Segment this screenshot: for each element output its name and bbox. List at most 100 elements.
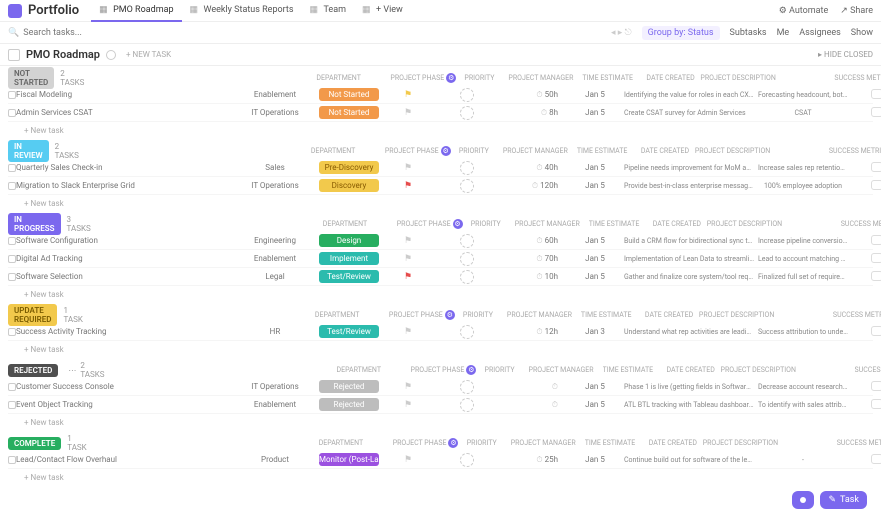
department-cell[interactable]: Enablement	[240, 90, 310, 99]
row-checkbox[interactable]	[8, 328, 16, 336]
task-name[interactable]: Fiscal Modeling	[16, 90, 236, 99]
row-checkbox[interactable]	[8, 273, 16, 281]
list-more-icon[interactable]	[106, 50, 116, 60]
time-estimate-cell[interactable]: ⏱ 8h	[506, 108, 566, 118]
department-cell[interactable]: Enablement	[240, 254, 310, 263]
task-row[interactable]: Quarterly Sales Check-inSalesPre-Discove…	[8, 159, 873, 177]
project-manager-avatar[interactable]	[460, 106, 474, 120]
toolbar-assignees[interactable]: Assignees	[799, 28, 841, 38]
row-checkbox[interactable]	[8, 91, 16, 99]
project-manager-avatar[interactable]	[460, 88, 474, 102]
phase-badge[interactable]: Discovery	[319, 179, 379, 192]
project-manager-avatar[interactable]	[460, 453, 474, 467]
new-task-inline[interactable]: + New task	[8, 414, 873, 431]
new-task-inline[interactable]: + New task	[8, 122, 873, 139]
department-cell[interactable]: Engineering	[240, 236, 310, 245]
automate-button[interactable]: ⚙ Automate	[779, 6, 829, 16]
phase-badge[interactable]: Rejected	[319, 398, 379, 411]
new-task-fab[interactable]: ✎ Task	[820, 491, 867, 509]
toolbar-subtasks[interactable]: Subtasks	[730, 28, 767, 38]
project-manager-avatar[interactable]	[460, 398, 474, 412]
priority-flag-icon[interactable]: ⚑	[404, 163, 412, 173]
task-name[interactable]: Software Configuration	[16, 236, 236, 245]
department-cell[interactable]: IT Operations	[240, 108, 310, 117]
task-name[interactable]: Success Activity Tracking	[16, 327, 236, 336]
phase-badge[interactable]: Rejected	[319, 380, 379, 393]
task-row[interactable]: Lead/Contact Flow OverhaulProductMonitor…	[8, 451, 873, 469]
task-name[interactable]: Admin Services CSAT	[16, 108, 236, 117]
comment-icon[interactable]	[871, 381, 881, 391]
tab-team[interactable]: ▦Team	[302, 0, 355, 22]
row-checkbox[interactable]	[8, 383, 16, 391]
phase-badge[interactable]: Test/Review	[319, 270, 379, 283]
comment-icon[interactable]	[871, 180, 881, 190]
status-badge[interactable]: IN REVIEW	[8, 140, 49, 162]
time-estimate-cell[interactable]: ⏱ 60h	[506, 236, 566, 246]
toolbar-me[interactable]: Me	[777, 28, 790, 38]
task-row[interactable]: Customer Success Console IT Operations Rej…	[8, 378, 873, 396]
status-badge[interactable]: UPDATE REQUIRED	[8, 304, 57, 326]
tab-pmo-roadmap[interactable]: ▦PMO Roadmap	[91, 0, 181, 22]
comment-icon[interactable]	[871, 454, 881, 464]
time-estimate-cell[interactable]: ⏱	[506, 382, 566, 392]
task-name[interactable]: Event Object Tracking	[16, 400, 236, 409]
task-name[interactable]: Digital Ad Tracking	[16, 254, 236, 263]
row-checkbox[interactable]	[8, 255, 16, 263]
row-checkbox[interactable]	[8, 164, 16, 172]
project-manager-avatar[interactable]	[460, 252, 474, 266]
comment-icon[interactable]	[871, 326, 881, 336]
comment-icon[interactable]	[871, 89, 881, 99]
department-cell[interactable]: Enablement	[240, 400, 310, 409]
priority-flag-icon[interactable]: ⚑	[404, 455, 412, 465]
task-name[interactable]: Migration to Slack Enterprise Grid	[16, 181, 236, 190]
new-task-button[interactable]: + NEW TASK	[126, 50, 171, 59]
row-checkbox[interactable]	[8, 237, 16, 245]
comment-icon[interactable]	[871, 253, 881, 263]
new-task-inline[interactable]: + New task	[8, 469, 873, 486]
department-cell[interactable]: Legal	[240, 272, 310, 281]
status-badge[interactable]: COMPLETE	[8, 437, 61, 450]
phase-badge[interactable]: Test/Review	[319, 325, 379, 338]
department-cell[interactable]: IT Operations	[240, 382, 310, 391]
status-badge[interactable]: REJECTED	[8, 364, 58, 377]
priority-flag-icon[interactable]: ⚑	[404, 272, 412, 282]
task-row[interactable]: Admin Services CSAT IT Operations Not Star…	[8, 104, 873, 122]
phase-badge[interactable]: Not Started	[319, 88, 379, 101]
task-row[interactable]: Digital Ad TrackingEnablementImplement⚑⏱…	[8, 250, 873, 268]
department-cell[interactable]: Product	[240, 455, 310, 464]
comment-icon[interactable]	[871, 399, 881, 409]
priority-flag-icon[interactable]: ⚑	[404, 400, 412, 410]
phase-badge[interactable]: Implement	[319, 252, 379, 265]
task-row[interactable]: Fiscal Modeling Enablement Not Started ⚑ ⏱ 5…	[8, 86, 873, 104]
priority-flag-icon[interactable]: ⚑	[404, 236, 412, 246]
phase-badge[interactable]: Not Started	[319, 106, 379, 119]
priority-flag-icon[interactable]: ⚑	[404, 90, 412, 100]
new-task-inline[interactable]: + New task	[8, 286, 873, 303]
project-manager-avatar[interactable]	[460, 270, 474, 284]
row-checkbox[interactable]	[8, 182, 16, 190]
time-estimate-cell[interactable]: ⏱ 70h	[506, 254, 566, 264]
comment-icon[interactable]	[871, 235, 881, 245]
tab--view[interactable]: ▦+ View	[354, 0, 411, 22]
project-manager-avatar[interactable]	[460, 179, 474, 193]
priority-flag-icon[interactable]: ⚑	[404, 181, 412, 191]
hide-closed-button[interactable]: ▸ HIDE CLOSED	[818, 50, 873, 59]
time-estimate-cell[interactable]: ⏱ 40h	[506, 163, 566, 173]
time-estimate-cell[interactable]: ⏱	[506, 400, 566, 410]
priority-flag-icon[interactable]: ⚑	[404, 108, 412, 118]
department-cell[interactable]: IT Operations	[240, 181, 310, 190]
priority-flag-icon[interactable]: ⚑	[404, 382, 412, 392]
time-estimate-cell[interactable]: ⏱ 50h	[506, 90, 566, 100]
comment-icon[interactable]	[871, 162, 881, 172]
status-badge[interactable]: NOT STARTED	[8, 67, 54, 89]
status-badge[interactable]: IN PROGRESS	[8, 213, 61, 235]
task-name[interactable]: Software Selection	[16, 272, 236, 281]
row-checkbox[interactable]	[8, 401, 16, 409]
phase-badge[interactable]: Design	[319, 234, 379, 247]
task-name[interactable]: Customer Success Console	[16, 382, 236, 391]
task-row[interactable]: Software SelectionLegalTest/Review⚑⏱ 10h…	[8, 268, 873, 286]
project-manager-avatar[interactable]	[460, 234, 474, 248]
phase-badge[interactable]: Pre-Discovery	[319, 161, 379, 174]
department-cell[interactable]: HR	[240, 327, 310, 336]
task-name[interactable]: Quarterly Sales Check-in	[16, 163, 236, 172]
